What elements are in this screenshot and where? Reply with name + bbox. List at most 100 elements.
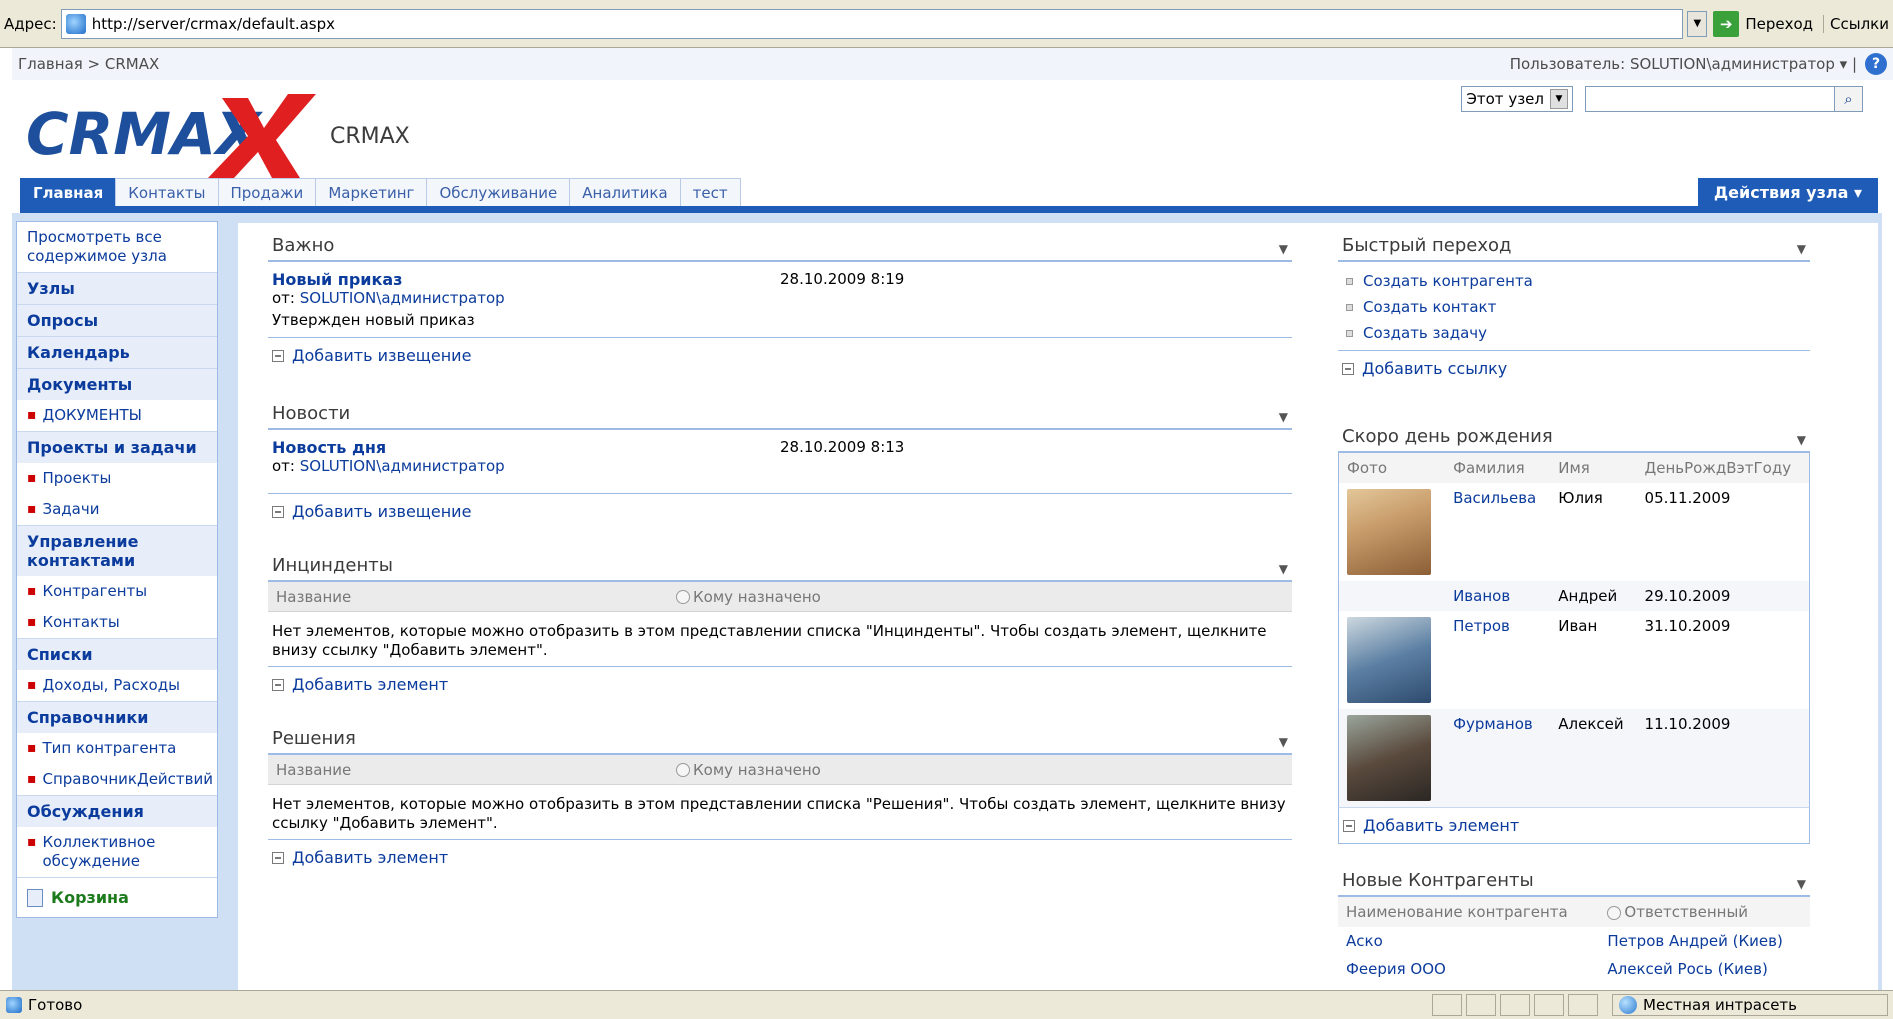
ql-lists[interactable]: Списки [17, 638, 217, 670]
quicknav-link[interactable]: Создать контакт [1338, 294, 1810, 320]
ql-item-contacts[interactable]: ▪ Контакты [17, 607, 217, 638]
news-title[interactable]: Новость дня [272, 438, 780, 457]
site-actions-menu[interactable]: Действия узла ▾ [1697, 178, 1878, 206]
announcement-date: 28.10.2009 8:19 [780, 270, 905, 288]
responsible-link[interactable]: Петров Андрей (Киев) [1599, 927, 1810, 955]
webpart-menu-icon[interactable]: ▼ [1279, 562, 1288, 576]
col-photo[interactable]: Фото [1338, 453, 1446, 483]
breadcrumb[interactable]: Главная > CRMAX [18, 55, 159, 73]
go-button[interactable]: ➔ Переход [1713, 10, 1814, 37]
news-from: от: SOLUTION\администратор [272, 457, 780, 475]
quicknav-link[interactable]: Создать задачу [1338, 320, 1810, 346]
from-user-link[interactable]: SOLUTION\администратор [300, 289, 505, 307]
crmax-logo[interactable]: CRMAX [26, 88, 326, 178]
ql-references[interactable]: Справочники [17, 701, 217, 733]
col-birthday[interactable]: ДеньРождВэтГоду [1636, 453, 1810, 483]
tab-contacts[interactable]: Контакты [115, 178, 219, 206]
col-lastname[interactable]: Фамилия [1445, 453, 1551, 483]
table-row: Васильева Юлия 05.11.2009 [1339, 483, 1810, 581]
col-responsible[interactable]: Ответственный [1599, 897, 1810, 927]
col-assigned[interactable]: Кому назначено [676, 761, 821, 779]
ql-item-team-discussion[interactable]: ▪ Коллективное обсуждение [17, 827, 217, 877]
add-link-link[interactable]: Добавить ссылку [1338, 351, 1810, 386]
address-dropdown-icon[interactable]: ▼ [1687, 10, 1708, 37]
tab-analytics[interactable]: Аналитика [569, 178, 681, 206]
birthday-cell: 05.11.2009 [1644, 489, 1731, 507]
col-responsible-label: Ответственный [1624, 903, 1749, 921]
add-decision-link[interactable]: Добавить элемент [268, 840, 1292, 875]
webpart-menu-icon[interactable]: ▼ [1279, 735, 1288, 749]
tab-test[interactable]: тест [679, 178, 741, 206]
tab-service[interactable]: Обслуживание [426, 178, 571, 206]
chevron-down-icon: ▼ [1550, 89, 1568, 109]
lastname-link[interactable]: Васильева [1445, 483, 1550, 581]
ql-calendar[interactable]: Календарь [17, 336, 217, 368]
ql-item-income[interactable]: ▪ Доходы, Расходы [17, 670, 217, 701]
webpart-menu-icon[interactable]: ▼ [1797, 877, 1806, 891]
search-scope-select[interactable]: Этот узел ▼ [1461, 86, 1573, 112]
ql-contacts-mgmt[interactable]: Управление контактами [17, 525, 217, 576]
webpart-menu-icon[interactable]: ▼ [1279, 410, 1288, 424]
webpart-menu-icon[interactable]: ▼ [1797, 242, 1806, 256]
top-bar: Главная > CRMAX Пользователь: SOLUTION\а… [12, 48, 1893, 80]
ql-sites[interactable]: Узлы [17, 272, 217, 304]
ql-item-partners[interactable]: ▪ Контрагенты [17, 576, 217, 607]
lastname-link[interactable]: Петров [1445, 611, 1550, 709]
person-photo [1347, 617, 1431, 703]
address-bar: Адрес: http://server/crmax/default.aspx … [0, 0, 1893, 48]
from-user-link[interactable]: SOLUTION\администратор [300, 457, 505, 475]
responsible-link[interactable]: Алексей Рось (Киев) [1599, 955, 1810, 983]
recycle-bin-link[interactable]: Корзина [17, 877, 217, 917]
help-icon[interactable]: ? [1865, 53, 1887, 75]
ql-item-partner-type[interactable]: ▪ Тип контрагента [17, 733, 217, 764]
address-label: Адрес: [4, 14, 57, 33]
tab-home[interactable]: Главная [20, 178, 117, 206]
lastname-link[interactable]: Фурманов [1445, 709, 1551, 807]
site-title[interactable]: CRMAX [330, 124, 410, 149]
photo-cell [1339, 483, 1446, 581]
quicknav-link[interactable]: Создать контрагента [1338, 268, 1810, 294]
ql-documents[interactable]: Документы [17, 368, 217, 400]
ql-projects[interactable]: Проекты и задачи [17, 431, 217, 463]
ql-item-projects[interactable]: ▪ Проекты [17, 463, 217, 494]
view-all-content-link[interactable]: Просмотреть все содержимое узла [17, 222, 217, 272]
partner-name-link[interactable]: Феерия ООО [1338, 955, 1599, 983]
links-button[interactable]: Ссылки [1823, 14, 1889, 33]
ql-item-actions-ref[interactable]: ▪ СправочникДействий [17, 764, 217, 795]
user-menu[interactable]: Пользователь: SOLUTION\администратор ▾ | [1510, 55, 1857, 73]
col-firstname[interactable]: Имя [1550, 453, 1637, 483]
search-input[interactable] [1585, 86, 1835, 112]
partner-name-link[interactable]: Аско [1338, 927, 1599, 955]
webpart-menu-icon[interactable]: ▼ [1279, 242, 1288, 256]
presence-icon [1607, 905, 1622, 920]
add-label: Добавить элемент [292, 675, 449, 694]
col-name[interactable]: Название [276, 761, 676, 779]
search-icon[interactable]: ⌕ [1835, 86, 1863, 112]
ql-surveys[interactable]: Опросы [17, 304, 217, 336]
add-birthday-link[interactable]: Добавить элемент [1339, 808, 1809, 843]
add-announcement-link[interactable]: Добавить извещение [268, 338, 1292, 373]
col-name[interactable]: Название [276, 588, 676, 606]
announcement-title[interactable]: Новый приказ [272, 270, 780, 289]
ql-item-label: Задачи [42, 500, 100, 518]
tab-sales[interactable]: Продажи [217, 178, 317, 206]
webpart-menu-icon[interactable]: ▼ [1797, 433, 1806, 447]
add-incident-link[interactable]: Добавить элемент [268, 667, 1292, 702]
lastname-link[interactable]: Иванов [1445, 581, 1551, 611]
col-partner-name[interactable]: Наименование контрагента [1338, 897, 1600, 927]
ql-item-tasks[interactable]: ▪ Задачи [17, 494, 217, 525]
tab-marketing[interactable]: Маркетинг [315, 178, 428, 206]
presence-icon [676, 763, 690, 777]
go-label: Переход [1745, 14, 1814, 33]
col-assigned-label: Кому назначено [693, 587, 821, 606]
address-input[interactable]: http://server/crmax/default.aspx [60, 8, 1684, 39]
ql-item-documents[interactable]: ▪ ДОКУМЕНТЫ [17, 400, 217, 431]
birthday-cell: 31.10.2009 [1644, 617, 1731, 635]
col-assigned[interactable]: Кому назначено [676, 588, 821, 606]
add-news-link[interactable]: Добавить извещение [268, 494, 1292, 529]
search-scope-value: Этот узел [1466, 90, 1544, 108]
ql-discussions[interactable]: Обсуждения [17, 795, 217, 827]
quicknav-label: Создать контрагента [1363, 272, 1533, 290]
status-text: Готово [28, 996, 83, 1014]
security-zone[interactable]: Местная интрасеть [1612, 994, 1888, 1016]
